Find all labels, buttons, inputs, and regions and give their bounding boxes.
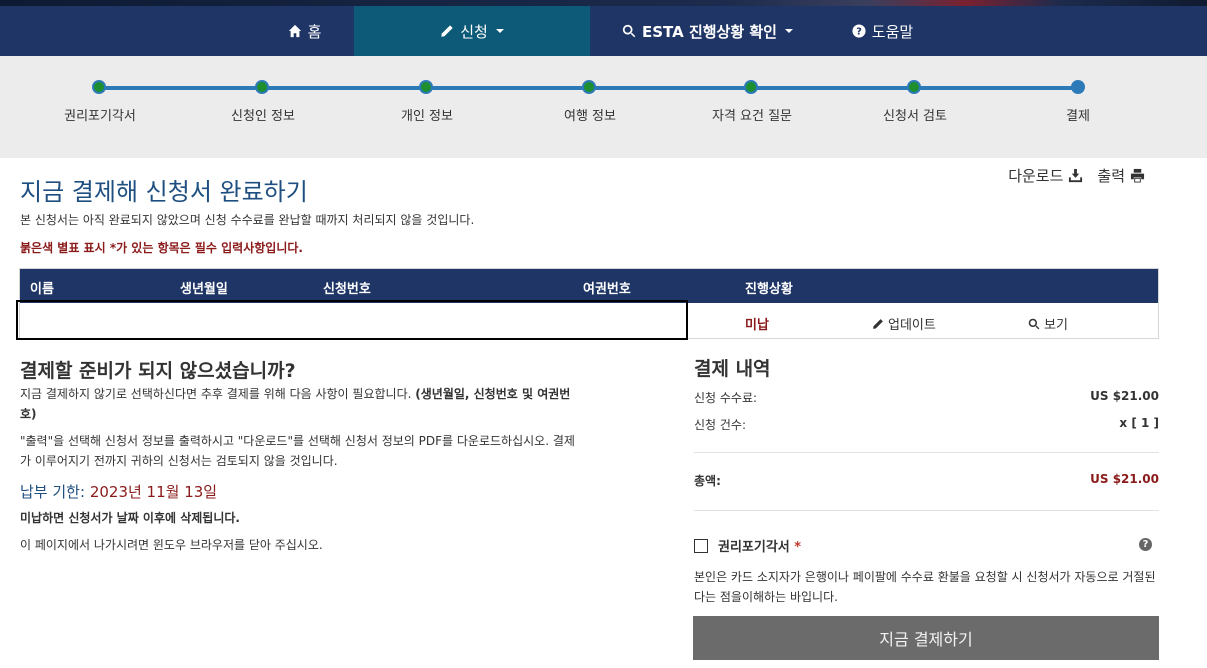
- view-link[interactable]: 보기: [1028, 314, 1068, 333]
- page-tools: 다운로드 출력: [1008, 165, 1145, 186]
- step-dot-5: [744, 80, 758, 94]
- step-label-1: 권리포기각서: [64, 109, 136, 124]
- fee-row: 신청 수수료: US $21.00: [694, 389, 1159, 406]
- step-dot-1: [92, 80, 106, 94]
- status-unpaid: 미납: [745, 318, 769, 333]
- step-label-3: 개인 정보: [401, 109, 453, 124]
- print-label: 출력: [1097, 167, 1125, 185]
- question-circle-icon: ?: [852, 24, 866, 38]
- count-value: x [ 1 ]: [1119, 416, 1159, 430]
- waiver-checkbox-label[interactable]: 권리포기각서 *: [718, 536, 801, 555]
- step-dot-3: [419, 80, 433, 94]
- header-status: 진행상황: [745, 282, 793, 297]
- pencil-icon: [873, 318, 883, 329]
- caret-down-icon: [495, 29, 504, 33]
- waiver-checkbox[interactable]: [694, 539, 708, 553]
- update-link[interactable]: 업데이트: [872, 314, 936, 333]
- step-label-7: 결제: [1066, 109, 1090, 124]
- divider: [694, 452, 1159, 453]
- nav-home[interactable]: 홈: [255, 6, 354, 56]
- search-icon: [622, 24, 636, 38]
- later-payment-text: 지금 결제하지 않기로 선택하신다면 추후 결제를 위해 다음 사항이 필요합니…: [20, 387, 412, 401]
- nav-help-label: 도움말: [871, 22, 914, 41]
- fee-value: US $21.00: [1090, 389, 1159, 403]
- nav-apply-label: 신청: [460, 22, 488, 41]
- step-dot-6: [907, 80, 921, 94]
- svg-text:?: ?: [856, 27, 862, 38]
- fee-label: 신청 수수료:: [694, 391, 758, 405]
- not-ready-heading: 결제할 준비가 되지 않으셨습니까?: [20, 360, 296, 382]
- pencil-icon: [441, 25, 453, 37]
- leave-page-note: 이 페이지에서 나가시려면 윈도우 브라우저를 닫아 주십시오.: [20, 538, 323, 552]
- step-label-6: 신청서 검토: [883, 109, 947, 124]
- header-dob: 생년월일: [180, 282, 228, 297]
- total-row: 총액: US $21.00: [694, 472, 1159, 489]
- search-icon: [1028, 318, 1040, 329]
- table-row: 미납 업데이트 보기: [16, 300, 1158, 340]
- pay-now-button[interactable]: 지금 결제하기: [693, 616, 1159, 660]
- redacted-row-highlight: [16, 300, 688, 340]
- nav-help[interactable]: ? 도움말: [835, 6, 930, 56]
- application-table: 이름 생년월일 신청번호 여권번호 진행상황 미납 업데이트 보기: [16, 268, 1159, 340]
- help-icon[interactable]: ?: [1139, 538, 1152, 551]
- count-label: 신청 건수:: [694, 418, 747, 432]
- download-button[interactable]: 다운로드: [1008, 165, 1083, 186]
- header-app-number: 신청번호: [323, 282, 371, 297]
- download-label: 다운로드: [1008, 167, 1064, 185]
- nav-apply[interactable]: 신청: [354, 6, 590, 56]
- page-title: 지금 결제해 신청서 완료하기: [20, 178, 308, 206]
- print-icon: [1130, 168, 1145, 183]
- step-dot-2: [255, 80, 269, 94]
- count-row: 신청 건수: x [ 1 ]: [694, 416, 1159, 433]
- deadline-label: 납부 기한:: [20, 483, 86, 501]
- caret-down-icon: [784, 29, 793, 33]
- waiver-text: 본인은 카드 소지자가 은행이나 페이팔에 수수료 환불을 요청할 시 신청서가…: [694, 570, 1156, 604]
- later-payment-info: 지금 결제하지 않기로 선택하신다면 추후 결제를 위해 다음 사항이 필요합니…: [20, 384, 580, 424]
- nav-home-label: 홈: [307, 22, 322, 41]
- step-label-5: 자격 요건 질문: [711, 109, 793, 124]
- header-passport: 여권번호: [583, 282, 631, 297]
- nav-esta-status-label: ESTA 진행상황 확인: [642, 22, 777, 41]
- update-label: 업데이트: [888, 318, 936, 333]
- home-icon: [288, 24, 301, 38]
- view-label: 보기: [1044, 318, 1068, 333]
- main-navbar: 홈 신청 ESTA 진행상황 확인 ? 도움말: [0, 6, 1207, 56]
- payment-deadline: 납부 기한: 2023년 11월 13일: [20, 481, 217, 502]
- deadline-date: 2023년 11월 13일: [89, 483, 218, 501]
- print-button[interactable]: 출력: [1097, 165, 1145, 186]
- waiver-label-text: 권리포기각서: [718, 540, 790, 555]
- total-value: US $21.00: [1090, 472, 1159, 486]
- nav-esta-status[interactable]: ESTA 진행상황 확인: [610, 6, 805, 56]
- delete-warning: 미납하면 신청서가 날짜 이후에 삭제됩니다.: [20, 511, 240, 525]
- step-dot-7: [1071, 80, 1085, 94]
- progress-tracker: 권리포기각서 신청인 정보 개인 정보 여행 정보 자격 요건 질문 신청서 검…: [0, 56, 1207, 158]
- print-download-info: "출력"을 선택해 신청서 정보를 출력하시고 "다운로드"를 선택해 신청서 …: [20, 434, 575, 468]
- required-field-note: 붉은색 별표 표시 *가 있는 항목은 필수 입력사항입니다.: [20, 241, 303, 255]
- download-icon: [1069, 168, 1083, 183]
- incomplete-notice: 본 신청서는 아직 완료되지 않았으며 신청 수수료를 완납할 때까지 처리되지…: [20, 213, 475, 227]
- total-label: 총액:: [694, 474, 721, 488]
- step-label-4: 여행 정보: [564, 109, 616, 124]
- step-dot-4: [582, 80, 596, 94]
- payment-summary-title: 결제 내역: [694, 358, 771, 380]
- table-header: 이름 생년월일 신청번호 여권번호 진행상황: [20, 269, 1158, 303]
- required-asterisk: *: [794, 540, 802, 555]
- divider: [694, 510, 1159, 511]
- header-name: 이름: [30, 282, 54, 297]
- step-label-2: 신청인 정보: [231, 109, 295, 124]
